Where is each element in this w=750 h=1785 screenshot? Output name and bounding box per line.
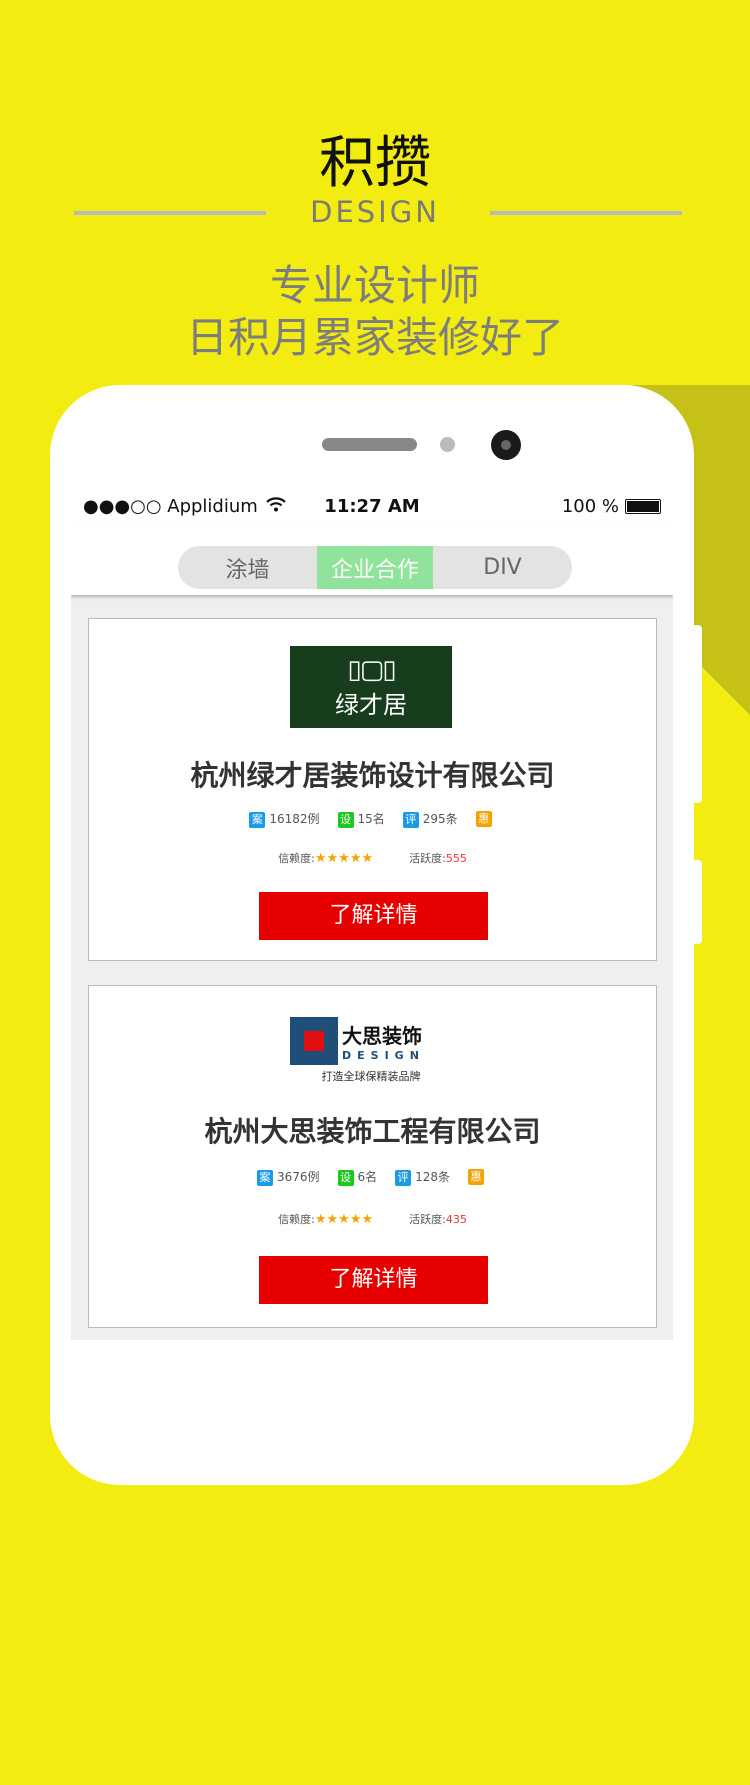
- activity-value: 555: [445, 852, 467, 865]
- company-logo: 大思装饰 DESIGN 打造全球保精装品牌: [290, 1009, 452, 1091]
- divider: [490, 211, 682, 215]
- details-button[interactable]: 了解详情: [259, 892, 488, 940]
- reviews-badge: 评: [402, 812, 419, 828]
- phone-sensor: [440, 437, 455, 452]
- company-card[interactable]: 大思装饰 DESIGN 打造全球保精装品牌 杭州大思装饰工程有限公司 案 3676例…: [88, 985, 657, 1328]
- company-name: 杭州大思装饰工程有限公司: [204, 1115, 541, 1148]
- company-name: 杭州绿才居装饰设计有限公司: [190, 759, 555, 792]
- promo-line-2: 日积月累家装修好了: [185, 313, 564, 362]
- discount-badge: 惠: [468, 1169, 485, 1185]
- tab-enterprise[interactable]: 企业合作: [317, 546, 433, 589]
- battery-percent: 100 %: [561, 495, 619, 517]
- designers-badge: 设: [337, 1170, 354, 1186]
- phone-speaker: [322, 438, 417, 451]
- company-stats: 案 3676例 设 6名 评 128条 惠: [89, 1168, 656, 1186]
- promo-title: 积攒: [319, 131, 431, 196]
- tab-paint[interactable]: 涂墙: [178, 546, 317, 589]
- details-button[interactable]: 了解详情: [259, 1256, 488, 1304]
- discount-badge: 惠: [475, 811, 492, 827]
- battery-icon: [625, 498, 661, 514]
- app-screen: ●●●○○ Applidium 11:27 AM 100 % 涂墙 企业合作 D…: [71, 490, 673, 1340]
- designers-badge: 设: [337, 812, 354, 828]
- company-rating: 信赖度:★★★★★ 活跃度:435: [278, 1212, 467, 1227]
- carrier: ●●●○○ Applidium: [83, 495, 258, 517]
- status-bar: ●●●○○ Applidium 11:27 AM 100 %: [71, 490, 673, 522]
- company-card[interactable]: ▯▢▯ 绿才居 杭州绿才居装饰设计有限公司 案 16182例 设 15名 评 295条…: [88, 618, 657, 961]
- company-logo: ▯▢▯ 绿才居: [290, 646, 452, 728]
- cases-badge: 案: [249, 812, 266, 828]
- phone-side-button: [694, 625, 702, 803]
- cases-badge: 案: [256, 1170, 273, 1186]
- activity-value: 435: [445, 1213, 467, 1226]
- company-rating: 信赖度:★★★★★ 活跃度:555: [278, 851, 467, 866]
- reviews-badge: 评: [395, 1170, 412, 1186]
- star-rating: ★★★★★: [314, 851, 374, 866]
- segmented-control: 涂墙 企业合作 DIV: [178, 546, 572, 589]
- star-rating: ★★★★★: [314, 1212, 374, 1227]
- company-stats: 案 16182例 设 15名 评 295条 惠: [89, 810, 656, 828]
- phone-side-button: [694, 860, 702, 944]
- wifi-icon: [266, 496, 286, 517]
- phone-camera: [491, 430, 521, 460]
- tab-header: 涂墙 企业合作 DIV: [71, 522, 673, 595]
- tab-div[interactable]: DIV: [433, 546, 572, 589]
